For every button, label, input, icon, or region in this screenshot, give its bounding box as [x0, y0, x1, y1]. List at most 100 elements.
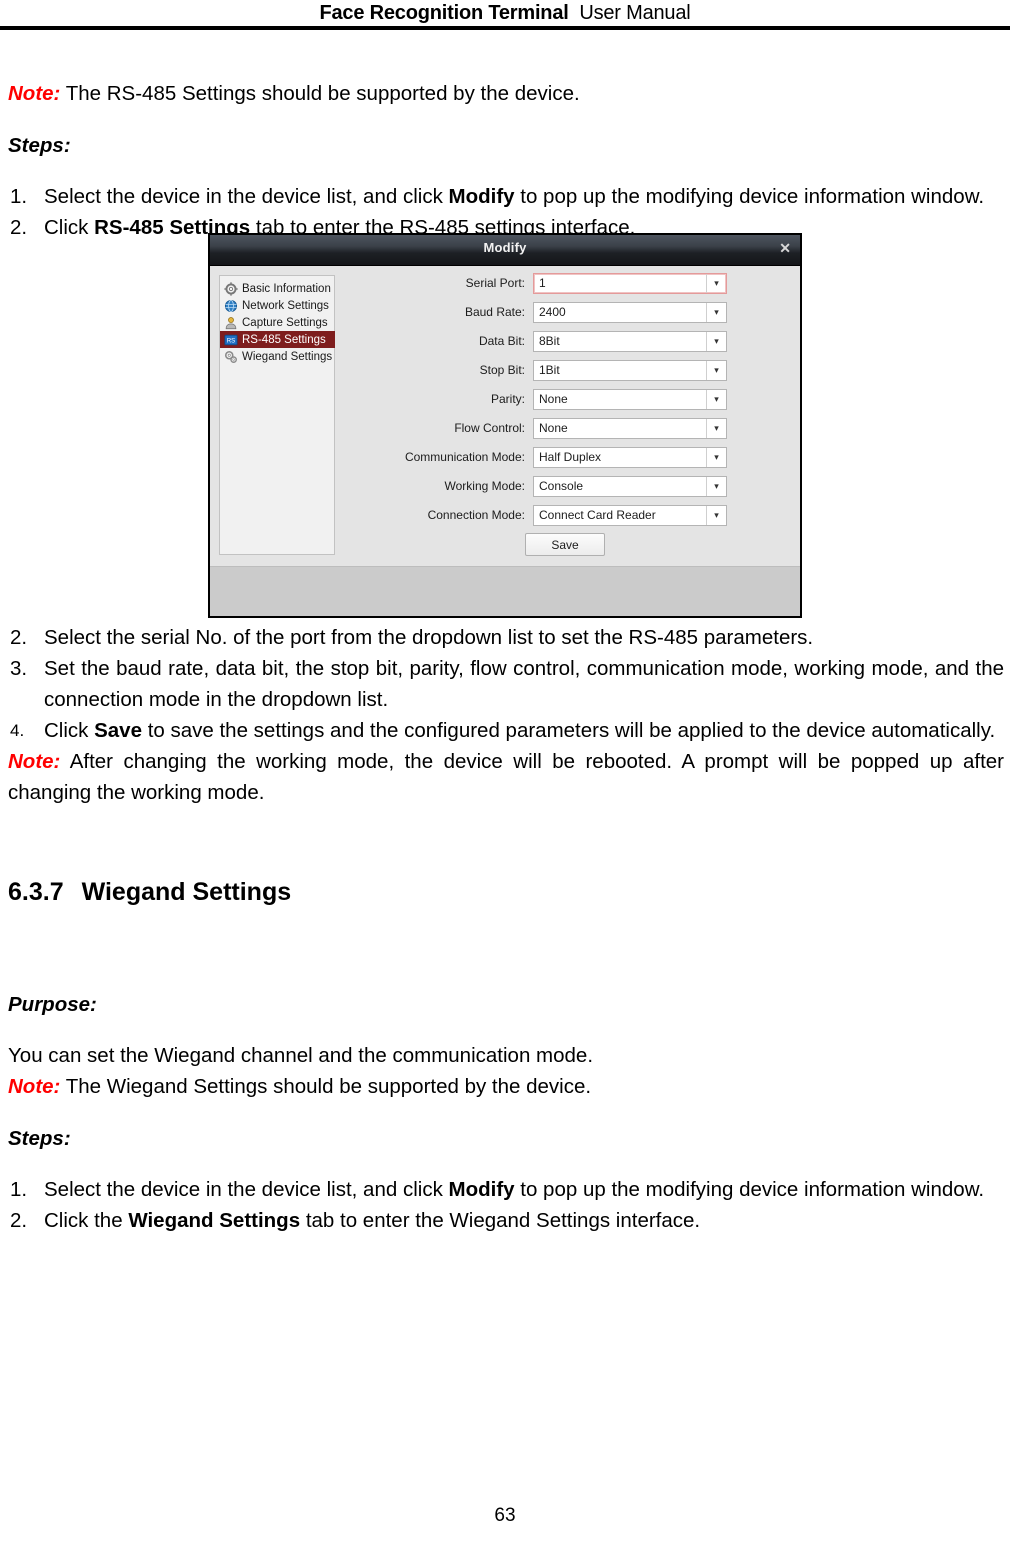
form-row-communication-mode: Communication Mode: Half Duplex ▾: [345, 446, 793, 468]
form-row-data-bit: Data Bit: 8Bit ▾: [345, 330, 793, 352]
dialog-titlebar: Modify ✕: [210, 235, 800, 266]
sidebar-item-capture-settings[interactable]: Capture Settings: [220, 314, 334, 331]
chevron-down-icon: ▾: [706, 447, 726, 467]
close-icon[interactable]: ✕: [779, 241, 791, 255]
wiegand-block: Purpose: You can set the Wiegand channel…: [8, 968, 1004, 1236]
list-item: 3. Set the baud rate, data bit, the stop …: [8, 653, 1004, 715]
parity-select[interactable]: None ▾: [533, 388, 727, 410]
list-item: 4. Click Save to save the settings and th…: [8, 715, 1004, 746]
rs485-note-line-2: Note: After changing the working mode, t…: [8, 746, 1004, 808]
sidebar-item-basic-information[interactable]: Basic Information: [220, 280, 334, 297]
header-title: Face Recognition Terminal User Manual: [0, 0, 1010, 26]
chevron-down-icon: ▾: [706, 302, 726, 322]
list-item-text-b: to save the settings and the configured …: [142, 719, 996, 742]
parity-label: Parity:: [490, 392, 525, 406]
communication-mode-value: Half Duplex: [539, 450, 602, 464]
dialog-title: Modify: [483, 240, 527, 255]
sidebar-item-label: Capture Settings: [242, 316, 328, 329]
stop-bit-value: 1Bit: [539, 363, 560, 377]
list-item-text-b: tab to enter the Wiegand Settings interf…: [300, 1209, 701, 1232]
serial-port-value: 1: [539, 276, 546, 290]
baud-rate-label: Baud Rate:: [464, 305, 525, 319]
connection-mode-select[interactable]: Connect Card Reader ▾: [533, 504, 727, 526]
list-item-text-a: Click the: [44, 1209, 129, 1232]
form-row-working-mode: Working Mode: Console ▾: [345, 475, 793, 497]
wiegand-note-line: Note: The Wiegand Settings should be sup…: [8, 1071, 1004, 1102]
header-title-light: User Manual: [579, 2, 691, 24]
list-item: 1. Select the device in the device list, …: [8, 181, 1004, 212]
modify-dialog-figure: Modify ✕ Basic Information Network Setti…: [208, 233, 802, 618]
list-item-text-bold: Wiegand Settings: [128, 1209, 301, 1232]
working-mode-label: Working Mode:: [444, 479, 525, 493]
sidebar-item-wiegand-settings[interactable]: Wiegand Settings: [220, 348, 334, 365]
list-item: 2. Click the Wiegand Settings tab to ente…: [8, 1205, 1004, 1236]
flow-control-label: Flow Control:: [454, 421, 525, 435]
rs485-steps-continued-block: 2. Select the serial No. of the port from…: [8, 622, 1004, 808]
sidebar-item-label: Network Settings: [242, 299, 329, 312]
communication-mode-select[interactable]: Half Duplex ▾: [533, 446, 727, 468]
steps-label: Steps:: [8, 133, 71, 157]
note-text: After changing the working mode, the dev…: [8, 750, 1004, 804]
stop-bit-label: Stop Bit:: [479, 363, 525, 377]
header-rule: [0, 26, 1010, 30]
flow-control-select[interactable]: None ▾: [533, 417, 727, 439]
heading-number: 6.3.7: [8, 878, 64, 906]
rs485-settings-form: Serial Port: 1 ▾ Baud Rate: 2400 ▾ Data …: [345, 272, 793, 556]
page-title: 6.3.7 Wiegand Settings: [8, 875, 1004, 909]
person-icon: [224, 316, 238, 330]
stop-bit-select[interactable]: 1Bit ▾: [533, 359, 727, 381]
connection-mode-value: Connect Card Reader: [539, 508, 656, 522]
connection-mode-label: Connection Mode:: [427, 508, 525, 522]
form-row-baud-rate: Baud Rate: 2400 ▾: [345, 301, 793, 323]
dialog-body: Basic Information Network Settings Captu…: [210, 266, 800, 566]
chevron-down-icon: ▾: [706, 331, 726, 351]
form-row-flow-control: Flow Control: None ▾: [345, 417, 793, 439]
chevron-down-icon: ▾: [706, 505, 726, 525]
page-number: 63: [494, 1505, 516, 1526]
working-mode-select[interactable]: Console ▾: [533, 475, 727, 497]
serial-port-select[interactable]: 1 ▾: [533, 272, 727, 294]
data-bit-label: Data Bit:: [478, 334, 525, 348]
working-mode-value: Console: [539, 479, 584, 493]
note-label: Note:: [8, 750, 61, 773]
list-item-text: Select the serial No. of the port from t…: [44, 626, 814, 649]
gear-icon: [224, 281, 238, 296]
rs485-badge-icon: RS: [224, 333, 238, 347]
list-item-text-a: Click: [44, 719, 95, 742]
serial-port-label: Serial Port:: [465, 276, 525, 290]
data-bit-value: 8Bit: [539, 334, 560, 348]
list-item-text-bold: Modify: [448, 1178, 515, 1201]
sidebar-item-rs485-settings[interactable]: RS RS-485 Settings: [220, 331, 335, 348]
baud-rate-select[interactable]: 2400 ▾: [533, 301, 727, 323]
chevron-down-icon: ▾: [706, 389, 726, 409]
sidebar-item-network-settings[interactable]: Network Settings: [220, 297, 334, 314]
heading-text: Wiegand Settings: [81, 878, 292, 906]
form-row-stop-bit: Stop Bit: 1Bit ▾: [345, 359, 793, 381]
svg-text:RS: RS: [227, 337, 236, 344]
note-label: Note:: [8, 82, 61, 105]
list-item-text-b: to pop up the modifying device informati…: [514, 185, 985, 208]
list-item-text-bold: Save: [94, 719, 142, 742]
chevron-down-icon: ▾: [706, 418, 726, 438]
gears-icon: [224, 350, 238, 364]
globe-icon: [224, 299, 238, 313]
list-item-number: 3.: [10, 657, 28, 680]
flow-control-value: None: [539, 421, 568, 435]
purpose-text: You can set the Wiegand channel and the …: [8, 1044, 594, 1067]
chevron-down-icon: ▾: [706, 360, 726, 380]
communication-mode-label: Communication Mode:: [404, 450, 525, 464]
chevron-down-icon: ▾: [706, 273, 726, 293]
data-bit-select[interactable]: 8Bit ▾: [533, 330, 727, 352]
sidebar-item-label: RS-485 Settings: [242, 333, 326, 346]
list-item-text: Set the baud rate, data bit, the stop bi…: [44, 657, 1004, 711]
list-item-number: 2.: [10, 626, 28, 649]
list-item-number: 2.: [10, 216, 28, 239]
list-item-number: 1.: [10, 1178, 28, 1201]
save-button[interactable]: Save: [525, 533, 605, 556]
sidebar-item-label: Wiegand Settings: [242, 350, 333, 363]
purpose-label: Purpose:: [8, 992, 97, 1016]
dialog-footer: [210, 566, 800, 616]
dialog-sidebar-nav: Basic Information Network Settings Captu…: [219, 275, 335, 555]
rs485-note-line: Note: The RS-485 Settings should be supp…: [8, 78, 1004, 109]
form-row-save: Save: [345, 533, 793, 556]
